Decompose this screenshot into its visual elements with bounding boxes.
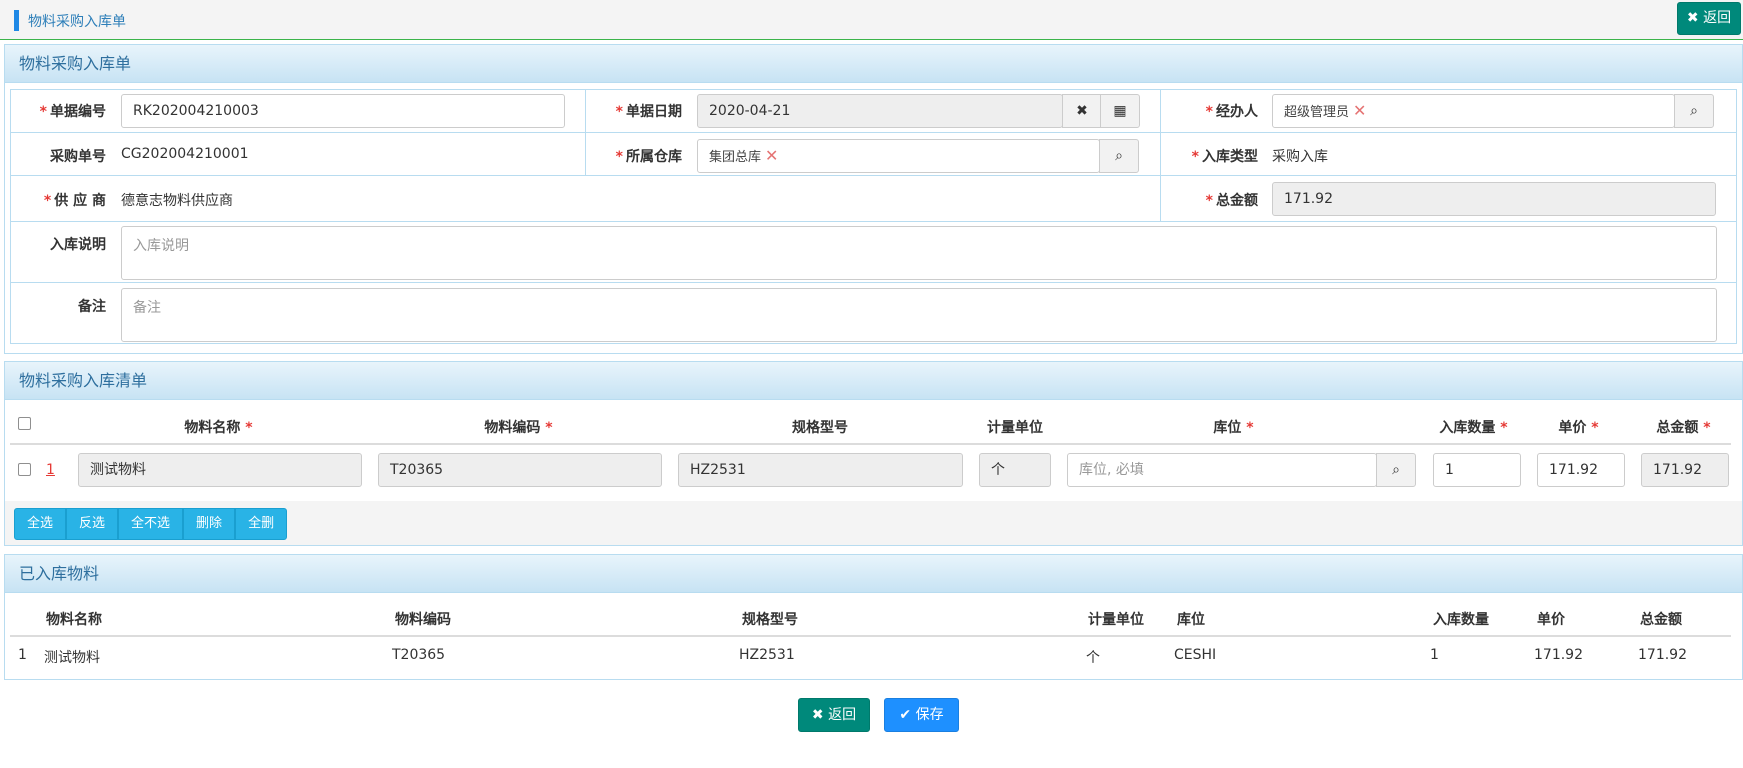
back-button-top[interactable]: ✖ 返回 [1677, 2, 1741, 35]
doc-date-input[interactable]: 2020-04-21 [697, 94, 1063, 128]
select-all-checkbox[interactable] [18, 417, 31, 430]
warehouse-chip: 集团总库 [709, 150, 762, 165]
supplier-value: 德意志物料供应商 [121, 193, 233, 209]
handler-chip: 超级管理员 [1284, 105, 1350, 120]
col-code: 物料编码 * [484, 420, 553, 436]
stored-panel-title: 已入库物料 [5, 555, 1742, 593]
remove-handler-icon[interactable]: ✕ [1353, 101, 1366, 120]
total-input[interactable]: 171.92 [1272, 182, 1716, 216]
warehouse-label: * 所属仓库 [615, 149, 682, 165]
invert-selection-button[interactable]: 反选 [66, 508, 119, 540]
stored-row-name: 测试物料 [44, 650, 100, 666]
warehouse-search-icon[interactable]: ⌕ [1099, 139, 1139, 173]
list-panel-title: 物料采购入库清单 [5, 362, 1742, 400]
doc-no-input[interactable]: RK202004210003 [121, 94, 565, 128]
row-price-input[interactable]: 171.92 [1537, 453, 1625, 487]
stored-header-divider [10, 635, 1731, 637]
deselect-all-button[interactable]: 全不选 [118, 508, 184, 540]
stored-row-price: 171.92 [1534, 647, 1583, 663]
delete-button[interactable]: 删除 [183, 508, 236, 540]
handler-label: * 经办人 [1205, 104, 1258, 120]
desc-label: 入库说明 [50, 237, 106, 253]
page-header: 物料采购入库单 ✖ 返回 [0, 0, 1743, 40]
page-root: 物料采购入库单 ✖ 返回 物料采购入库单 * 单据编号 RK20200421000… [0, 0, 1743, 768]
list-action-buttons: 全选 反选 全不选 删除 全删 [14, 508, 288, 540]
in-type-label: * 入库类型 [1191, 149, 1258, 165]
save-button[interactable]: ✔ 保存 [884, 698, 959, 732]
row-name-input[interactable]: 测试物料 [78, 453, 362, 487]
stored-col-price: 单价 [1537, 612, 1565, 628]
total-label: * 总金额 [1205, 193, 1258, 209]
back-button[interactable]: ✖ 返回 [798, 698, 870, 732]
col-location: 库位 * [1213, 420, 1254, 436]
doc-date-label: * 单据日期 [615, 104, 682, 120]
col-spec: 规格型号 [792, 420, 848, 436]
row-location-input[interactable]: 库位, 必填 [1067, 453, 1377, 487]
stored-col-name: 物料名称 [46, 612, 102, 628]
in-type-value: 采购入库 [1272, 149, 1328, 165]
col-qty: 入库数量 * [1439, 420, 1508, 436]
doc-no-label: * 单据编号 [39, 104, 106, 120]
col-name: 物料名称 * [184, 420, 253, 436]
stored-row-code: T20365 [392, 647, 446, 663]
row-qty-input[interactable]: 1 [1433, 453, 1521, 487]
select-all-button[interactable]: 全选 [14, 508, 67, 540]
supplier-label: * 供 应 商 [43, 193, 106, 209]
stored-col-location: 库位 [1177, 612, 1205, 628]
clear-date-icon[interactable]: ✖ [1062, 94, 1102, 128]
stored-row-spec: HZ2531 [739, 647, 795, 663]
po-no-label: 采购单号 [50, 149, 106, 165]
col-amount: 总金额 * [1656, 420, 1711, 436]
page-title: 物料采购入库单 [28, 14, 126, 30]
stored-col-spec: 规格型号 [742, 612, 798, 628]
stored-col-unit: 计量单位 [1088, 612, 1144, 628]
stored-row-amount: 171.92 [1638, 647, 1687, 663]
row-unit-input[interactable]: 个 [979, 453, 1051, 487]
handler-input[interactable]: 超级管理员 ✕ [1272, 94, 1675, 128]
header-accent-bar [14, 10, 19, 31]
row-amount-input[interactable]: 171.92 [1641, 453, 1729, 487]
row-index-link[interactable]: 1 [46, 462, 55, 478]
warehouse-input[interactable]: 集团总库 ✕ [697, 139, 1100, 173]
remark-label: 备注 [78, 299, 106, 315]
row-checkbox[interactable] [18, 463, 31, 476]
row-spec-input[interactable]: HZ2531 [678, 453, 963, 487]
delete-all-button[interactable]: 全删 [235, 508, 288, 540]
form-panel-title: 物料采购入库单 [5, 45, 1742, 83]
col-unit: 计量单位 [987, 420, 1043, 436]
remark-textarea[interactable]: 备注 [121, 288, 1717, 342]
stored-col-qty: 入库数量 [1433, 612, 1489, 628]
row-code-input[interactable]: T20365 [378, 453, 662, 487]
stored-row-unit: 个 [1086, 650, 1100, 666]
location-search-icon[interactable]: ⌕ [1376, 453, 1416, 487]
stored-col-amount: 总金额 [1640, 612, 1682, 628]
stored-row-index: 1 [18, 647, 27, 663]
handler-search-icon[interactable]: ⌕ [1674, 94, 1714, 128]
col-price: 单价 * [1558, 420, 1599, 436]
header-divider [10, 443, 1731, 445]
desc-textarea[interactable]: 入库说明 [121, 226, 1717, 280]
calendar-icon[interactable]: ▦ [1100, 94, 1140, 128]
stored-row-location: CESHI [1174, 647, 1217, 663]
stored-col-code: 物料编码 [395, 612, 451, 628]
po-no-value: CG202004210001 [121, 146, 249, 162]
remove-warehouse-icon[interactable]: ✕ [765, 146, 778, 165]
stored-row-qty: 1 [1430, 647, 1439, 663]
